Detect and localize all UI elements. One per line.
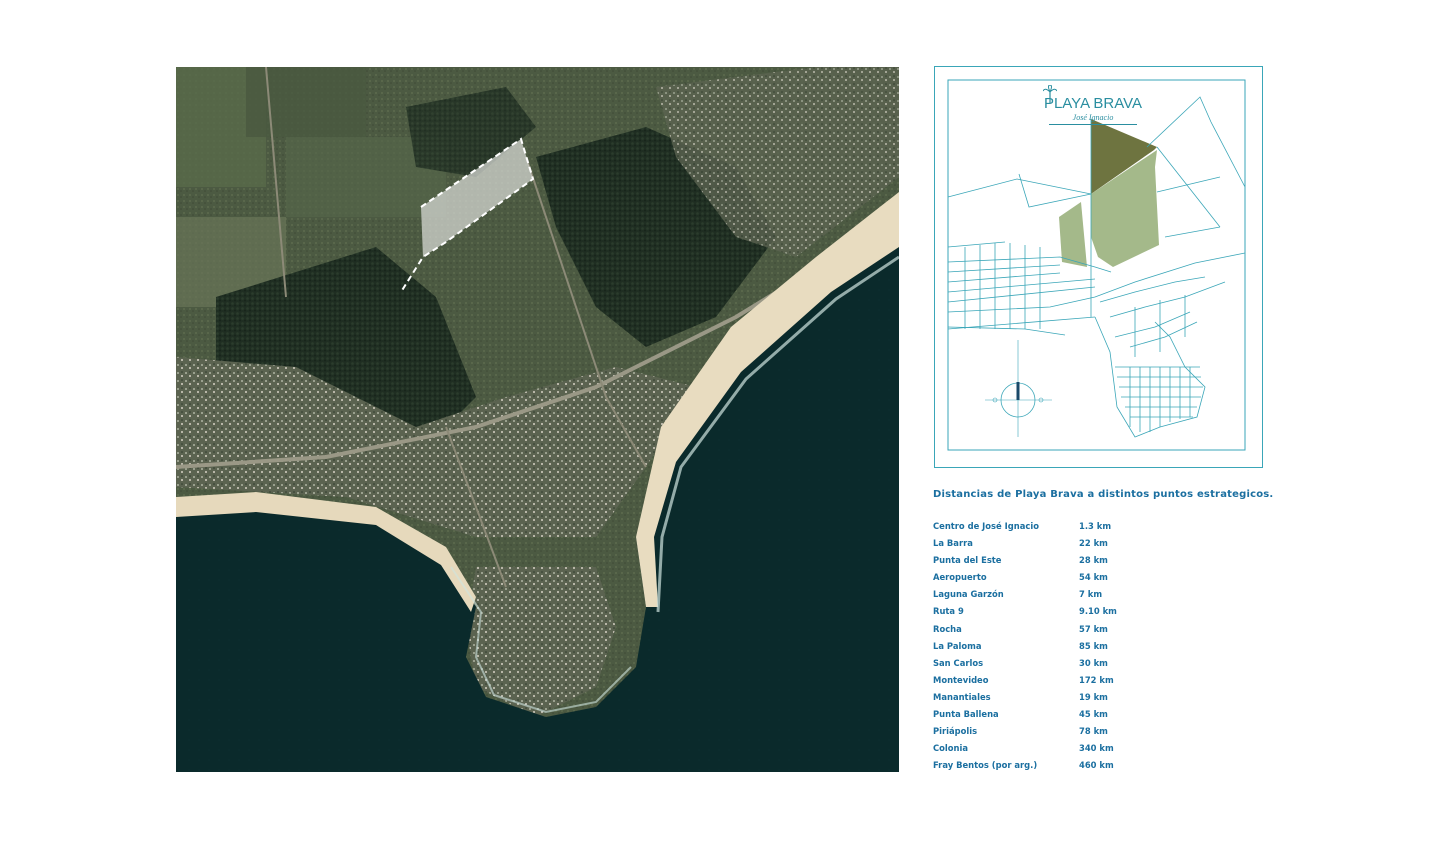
list-item: Punta Ballena 45 km bbox=[933, 706, 1183, 723]
brand-rule bbox=[1049, 124, 1137, 125]
site-plan-graphic bbox=[947, 79, 1246, 451]
list-item: Colonia 340 km bbox=[933, 740, 1183, 757]
compass-rose-icon bbox=[985, 340, 1052, 437]
distance-place: Manantiales bbox=[933, 691, 991, 702]
distance-place: Colonia bbox=[933, 743, 969, 754]
distances-list: Centro de José Ignacio 1.3 km La Barra 22 … bbox=[933, 518, 1183, 774]
list-item: Centro de José Ignacio 1.3 km bbox=[933, 518, 1183, 535]
list-item: Laguna Garzón 7 km bbox=[933, 586, 1183, 603]
distance-value: 85 km bbox=[1079, 640, 1108, 651]
aerial-map-graphic bbox=[176, 67, 899, 772]
lot-light-side bbox=[1059, 202, 1087, 267]
distance-place: Aeropuerto bbox=[933, 572, 987, 583]
distance-place: Piriápolis bbox=[933, 726, 978, 737]
list-item: Ruta 9 9.10 km bbox=[933, 603, 1183, 620]
distance-place: San Carlos bbox=[933, 657, 984, 668]
distance-value: 45 km bbox=[1079, 709, 1108, 720]
palm-tree-icon bbox=[1043, 85, 1057, 103]
distance-place: Laguna Garzón bbox=[933, 589, 1004, 600]
list-item: Piriápolis 78 km bbox=[933, 723, 1183, 740]
list-item: Punta del Este 28 km bbox=[933, 552, 1183, 569]
distance-place: Fray Bentos (por arg.) bbox=[933, 760, 1038, 771]
distance-place: La Paloma bbox=[933, 640, 982, 651]
distance-value: 78 km bbox=[1079, 726, 1108, 737]
brand-subtitle: José Ignacio bbox=[1072, 113, 1114, 122]
list-item: Fray Bentos (por arg.) 460 km bbox=[933, 757, 1183, 774]
list-item: Manantiales 19 km bbox=[933, 689, 1183, 706]
distance-value: 7 km bbox=[1079, 589, 1103, 600]
distance-place: Centro de José Ignacio bbox=[933, 521, 1039, 531]
distances-title: Distancias de Playa Brava a distintos pu… bbox=[933, 489, 1274, 500]
distance-value: 1.3 km bbox=[1079, 521, 1112, 531]
list-item: Montevideo 172 km bbox=[933, 672, 1183, 689]
list-item: La Barra 22 km bbox=[933, 535, 1183, 552]
list-item: Rocha 57 km bbox=[933, 621, 1183, 638]
list-item: Aeropuerto 54 km bbox=[933, 569, 1183, 586]
list-item: San Carlos 30 km bbox=[933, 655, 1183, 672]
distance-value: 9.10 km bbox=[1079, 606, 1117, 617]
distance-value: 22 km bbox=[1079, 538, 1108, 549]
distance-place: Ruta 9 bbox=[933, 606, 964, 617]
distance-place: Punta del Este bbox=[933, 555, 1002, 566]
distance-place: Montevideo bbox=[933, 674, 989, 685]
distance-value: 30 km bbox=[1079, 657, 1108, 668]
list-item: La Paloma 85 km bbox=[933, 638, 1183, 655]
distance-place: La Barra bbox=[933, 538, 973, 549]
distance-value: 460 km bbox=[1079, 760, 1114, 771]
distance-value: 57 km bbox=[1079, 623, 1108, 634]
distance-value: 172 km bbox=[1079, 674, 1114, 685]
distance-value: 28 km bbox=[1079, 555, 1108, 566]
distance-place: Punta Ballena bbox=[933, 709, 999, 720]
distance-place: Rocha bbox=[933, 623, 962, 634]
distance-value: 19 km bbox=[1079, 691, 1108, 702]
brand-logo: PLAYA BRAVA José Ignacio bbox=[1043, 85, 1143, 125]
distance-value: 54 km bbox=[1079, 572, 1108, 583]
distance-value: 340 km bbox=[1079, 743, 1114, 754]
brand-name: PLAYA BRAVA bbox=[1043, 95, 1143, 112]
site-plan[interactable]: PLAYA BRAVA José Ignacio bbox=[934, 66, 1263, 468]
aerial-map[interactable] bbox=[176, 67, 899, 772]
